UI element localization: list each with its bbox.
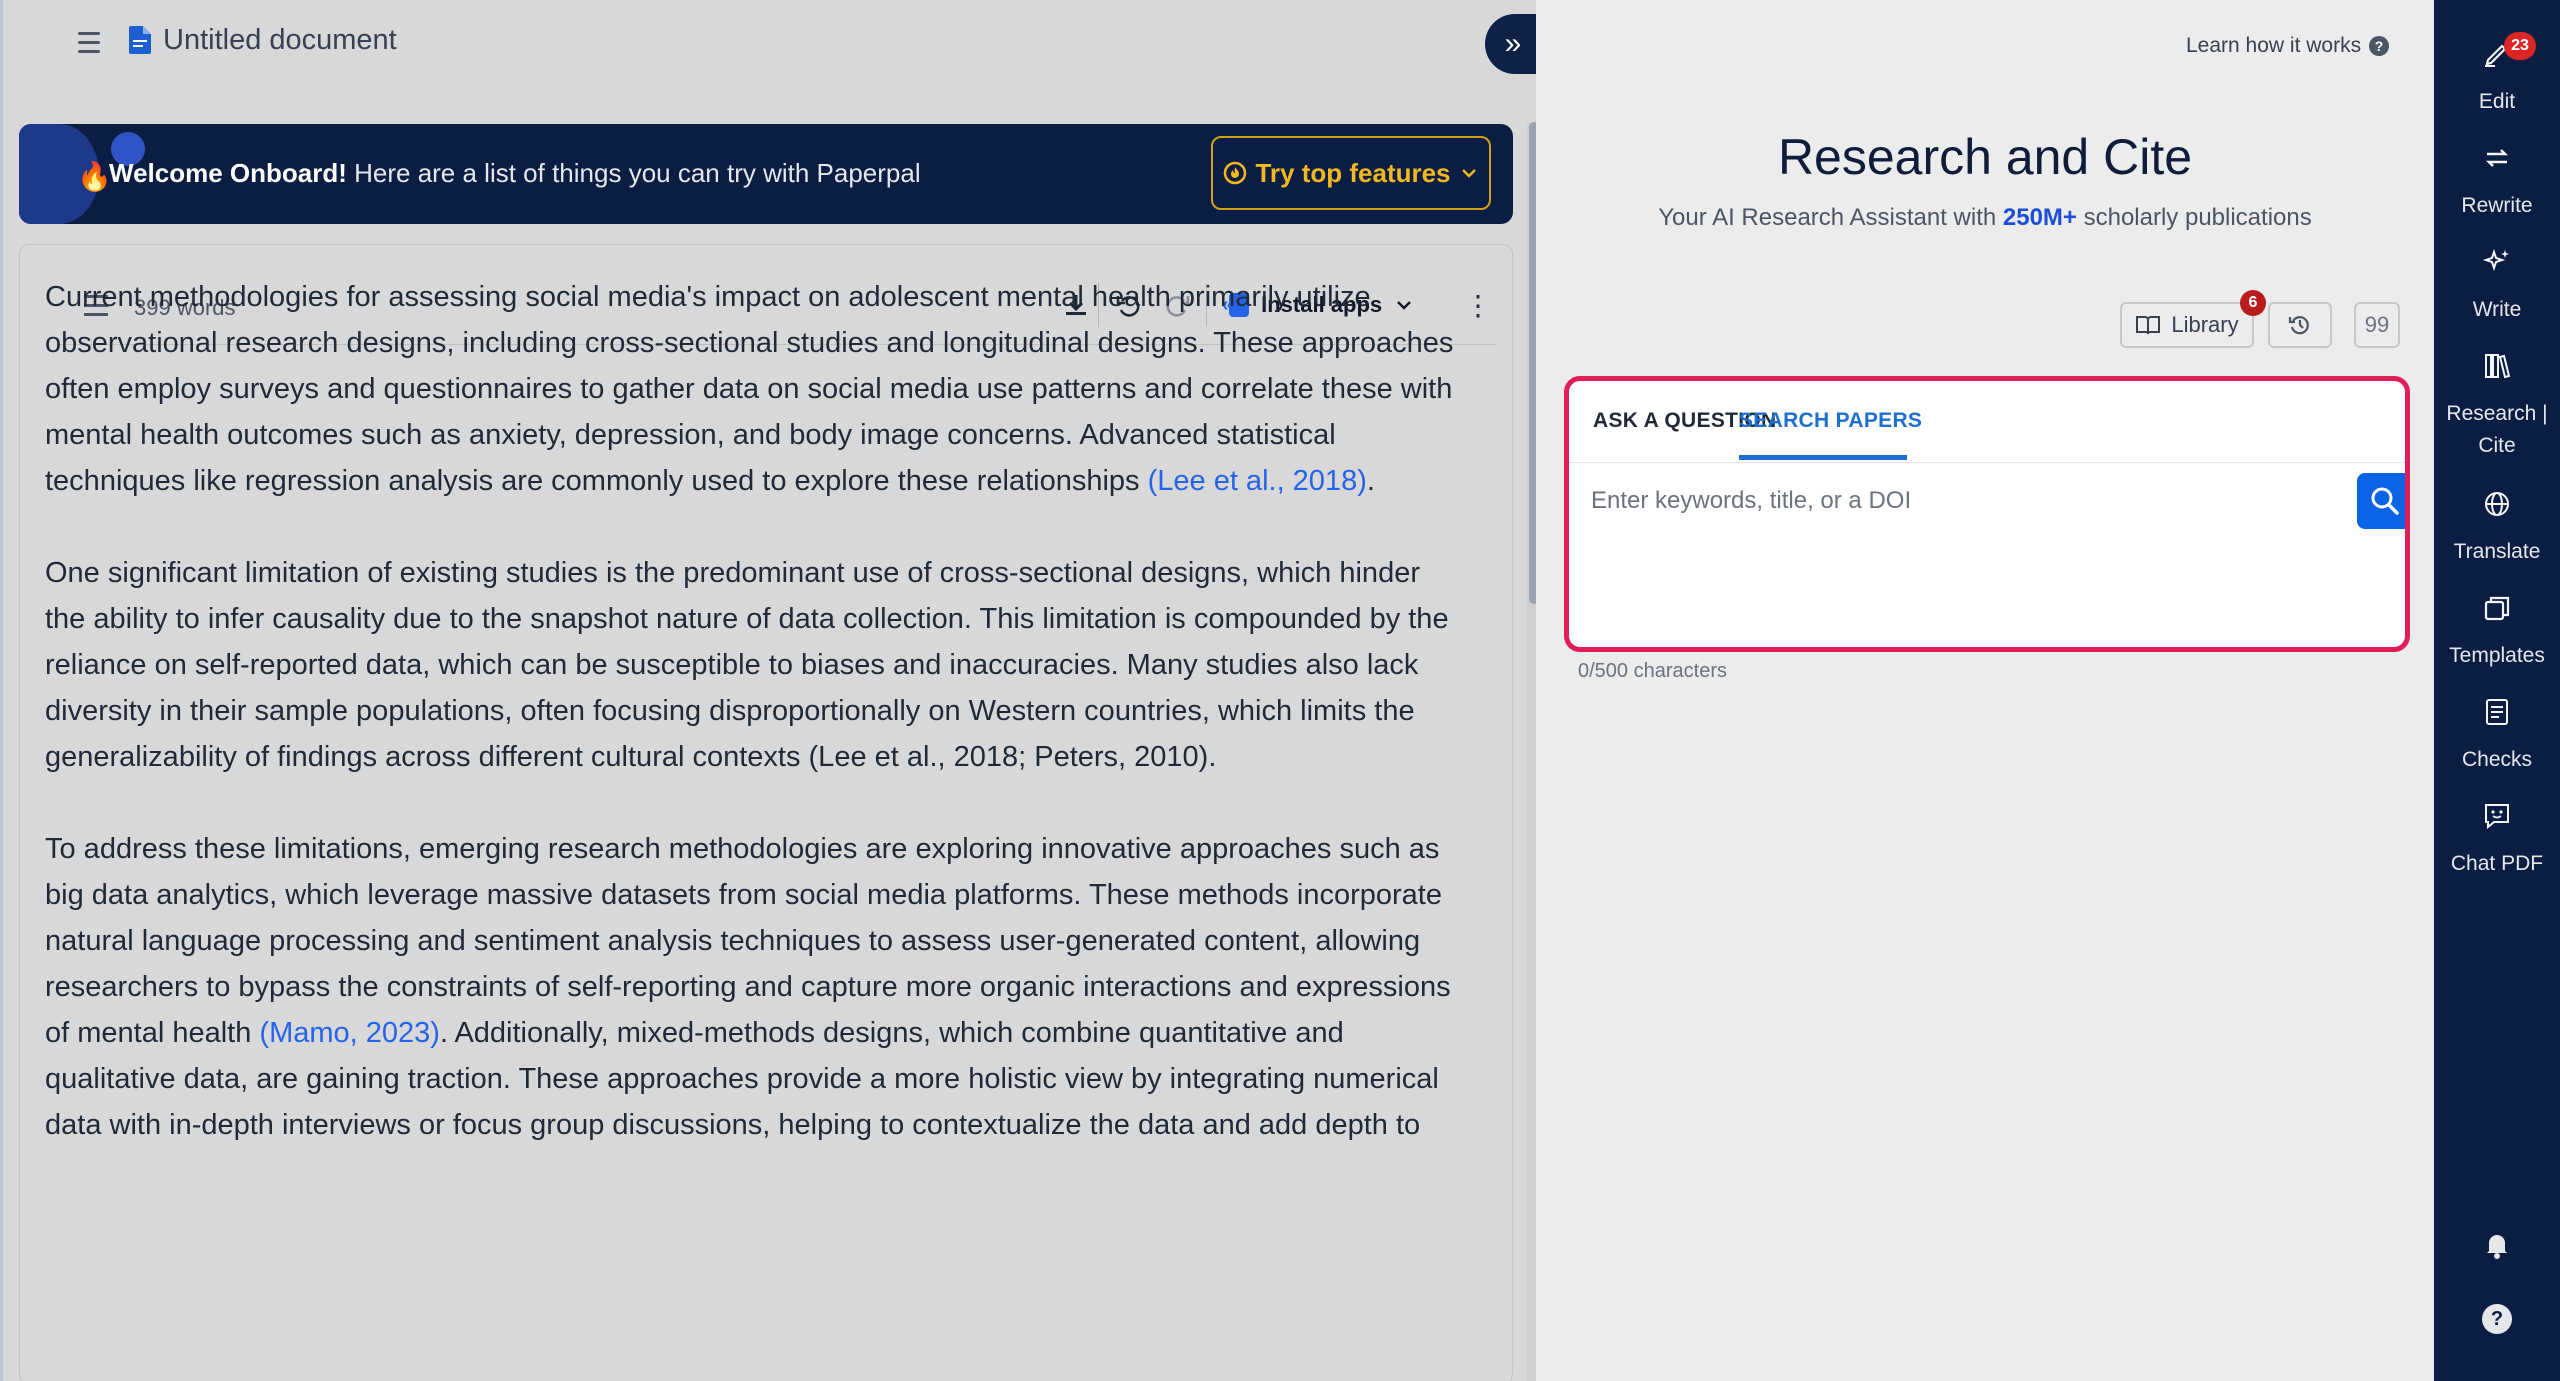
globe-icon: [2434, 488, 2560, 528]
history-button[interactable]: [2268, 302, 2332, 348]
edit-suggestions-badge: 23: [2504, 32, 2536, 60]
kebab-menu-icon: ⋮: [1464, 289, 1492, 321]
search-icon: [2371, 487, 2399, 515]
library-button[interactable]: Library: [2120, 302, 2254, 348]
citation-link[interactable]: (Lee et al., 2018): [1148, 465, 1367, 497]
research-panel: Learn how it works ? Research and Cite Y…: [1536, 0, 2434, 1381]
banner-bold-text: Welcome Onboard!: [109, 158, 347, 188]
subtitle-text: Your AI Research Assistant with: [1658, 204, 2003, 231]
nav-item-templates[interactable]: Templates: [2434, 592, 2560, 672]
nav-item-label: Chat PDF: [2450, 852, 2544, 875]
document-body[interactable]: Current methodologies for assessing soci…: [45, 274, 1465, 1194]
paragraph-text: One significant limitation of existing s…: [45, 557, 1449, 773]
menu-button[interactable]: [71, 24, 107, 60]
tab-search-papers[interactable]: SEARCH PAPERS: [1739, 409, 1922, 433]
nav-item-label: Checks: [2461, 748, 2533, 771]
paragraph-text: .: [1366, 465, 1375, 497]
help-icon[interactable]: ?: [2482, 1304, 2512, 1334]
nav-item-label: Translate: [2453, 540, 2541, 563]
search-tabs: ASK A QUESTION SEARCH PAPERS: [1569, 381, 2405, 463]
learn-link-label: Learn how it works: [2186, 34, 2362, 57]
subtitle-text: scholarly publications: [2076, 204, 2312, 231]
nav-item-edit[interactable]: Edit: [2434, 38, 2560, 118]
nav-item-label: Research | Cite: [2446, 402, 2548, 457]
active-tab-indicator: [1739, 455, 1907, 460]
search-card: ASK A QUESTION SEARCH PAPERS: [1564, 376, 2410, 652]
panel-subtitle: Your AI Research Assistant with 250M+ sc…: [1536, 204, 2434, 232]
fire-icon: 🔥: [77, 161, 112, 192]
nav-item-label: Rewrite: [2461, 194, 2533, 217]
paragraph: One significant limitation of existing s…: [45, 550, 1465, 780]
books-icon: [2434, 350, 2560, 390]
nav-item-write[interactable]: Write: [2434, 246, 2560, 326]
nav-item-translate[interactable]: Translate: [2434, 488, 2560, 568]
double-chevron-right-icon: »: [1504, 27, 1522, 60]
welcome-banner: 🔥 Welcome Onboard! Here are a list of th…: [19, 124, 1513, 224]
character-count: 0/500 characters: [1578, 660, 1727, 682]
fire-circle-icon: [1224, 161, 1247, 185]
library-label: Library: [2171, 312, 2239, 337]
try-top-features-label: Try top features: [1255, 157, 1451, 188]
nav-item-label: Templates: [2449, 644, 2545, 667]
bell-icon[interactable]: [2481, 1228, 2513, 1265]
search-button[interactable]: [2357, 473, 2405, 529]
collapse-panel-button[interactable]: »: [1485, 14, 1541, 74]
more-options-button[interactable]: ⋮: [1460, 287, 1496, 323]
document-header: Untitled document: [3, 0, 1539, 84]
pen-icon: [2434, 38, 2560, 78]
help-circle-icon: ?: [2369, 36, 2390, 56]
open-book-icon: [2136, 316, 2161, 335]
nav-item-rewrite[interactable]: Rewrite: [2434, 142, 2560, 222]
paragraph: Current methodologies for assessing soci…: [45, 274, 1465, 504]
nav-item-label: Edit: [2478, 90, 2516, 113]
subtitle-highlight: 250M+: [2002, 204, 2077, 231]
nav-item-chat-pdf[interactable]: Chat PDF: [2434, 800, 2560, 880]
paragraph: To address these limitations, emerging r…: [45, 826, 1465, 1148]
editor-pane: Untitled document » 🔥 Welcome Onboard! H…: [0, 0, 1541, 1381]
nav-item-research-cite[interactable]: Research | Cite: [2434, 350, 2560, 462]
banner-body-text: Here are a list of things you can try wi…: [346, 158, 921, 188]
learn-how-it-works-link[interactable]: Learn how it works ?: [2186, 34, 2390, 58]
search-input[interactable]: [1591, 481, 2291, 521]
nav-item-label: Write: [2472, 298, 2522, 321]
nav-item-checks[interactable]: Checks: [2434, 696, 2560, 776]
quote-icon: 99: [2364, 312, 2390, 337]
chevron-down-icon: [1461, 169, 1476, 178]
panel-title: Research and Cite: [1777, 129, 2193, 185]
side-navigation: Edit 23 Rewrite Write Research | Cite Tr…: [2434, 0, 2560, 1381]
document-title[interactable]: Untitled document: [163, 24, 397, 57]
banner-message: Welcome Onboard! Here are a list of thin…: [109, 158, 921, 189]
document-icon: [129, 26, 151, 54]
rewrite-icon: [2434, 142, 2560, 182]
library-count-badge: 6: [2240, 290, 2266, 316]
chat-icon: [2434, 800, 2560, 840]
sparkle-icon: [2434, 246, 2560, 286]
checklist-icon: [2434, 696, 2560, 736]
citation-link[interactable]: (Mamo, 2023): [259, 1017, 440, 1049]
citation-style-button[interactable]: 99: [2354, 302, 2400, 348]
history-icon: [2288, 316, 2309, 335]
try-top-features-button[interactable]: Try top features: [1211, 136, 1491, 210]
templates-icon: [2434, 592, 2560, 632]
